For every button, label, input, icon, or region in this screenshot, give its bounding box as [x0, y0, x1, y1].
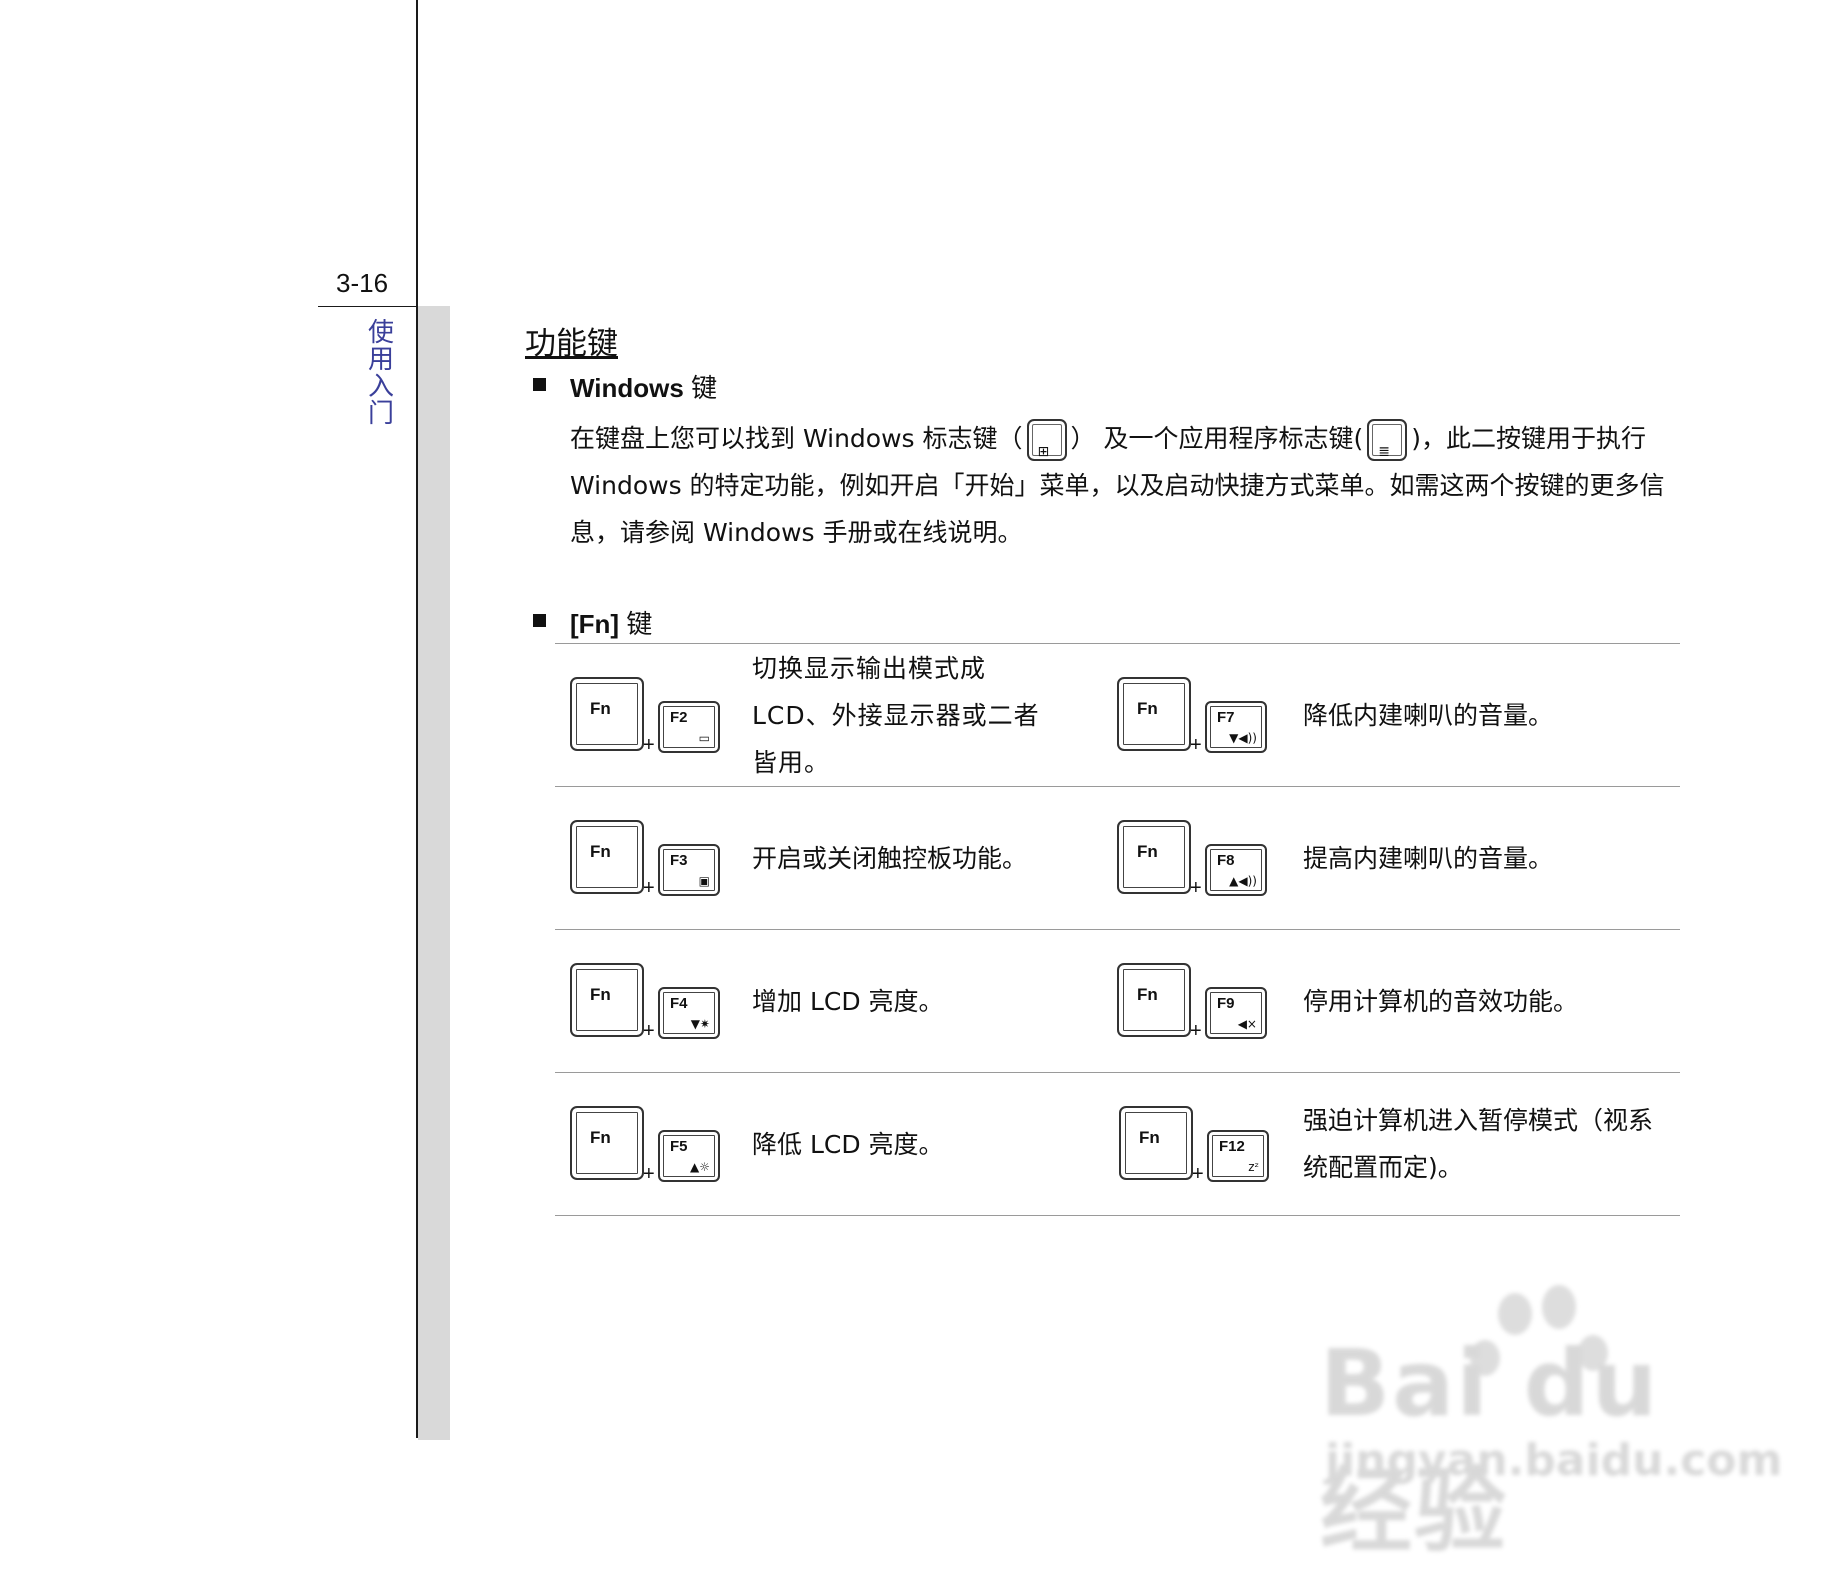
f3-key-icon: F3 ▣ [658, 844, 720, 896]
paw-icon [1542, 1285, 1576, 1329]
windows-text-1: 在键盘上您可以找到 Windows 标志键（ [570, 424, 1023, 453]
plus-icon: + [1190, 877, 1202, 899]
f2-key-icon: F2 ▭ [658, 701, 720, 753]
windows-key-heading-text: Windows [570, 373, 684, 403]
table-rule [555, 1072, 1680, 1073]
bullet-square-icon [533, 378, 546, 391]
table-rule [555, 643, 1680, 644]
page-number-rule [318, 306, 418, 307]
windows-text-2: ） 及一个应用程序标志键( [1070, 424, 1364, 453]
paw-icon [1498, 1293, 1532, 1335]
plus-icon: + [643, 1163, 655, 1185]
plus-icon: + [643, 1020, 655, 1042]
page-number: 3-16 [336, 268, 389, 298]
plus-icon: + [1190, 734, 1202, 756]
f5-description: 降低 LCD 亮度。 [752, 1130, 944, 1159]
fn-key-heading-suffix: 键 [626, 610, 653, 640]
plus-icon: + [643, 877, 655, 899]
f8-key-icon: F8 ▲◀)) [1205, 844, 1267, 896]
fn-key-heading-text: [Fn] [570, 609, 620, 639]
windows-key-paragraph: 在键盘上您可以找到 Windows 标志键（ ⊞） 及一个应用程序标志键(≣)，此… [570, 415, 1680, 556]
windows-logo-key-icon: ⊞ [1026, 419, 1067, 461]
table-rule [555, 786, 1680, 787]
f7-key-icon: F7 ▼◀)) [1205, 701, 1267, 753]
chapter-side-band [418, 306, 450, 1440]
table-rule [555, 1215, 1680, 1216]
f9-description: 停用计算机的音效功能。 [1303, 987, 1579, 1016]
chapter-char: 用 [367, 345, 394, 375]
f12-description: 强迫计算机进入暂停模式（视系统配置而定)。 [1303, 1106, 1654, 1182]
fn-key-icon: Fn [570, 820, 644, 894]
plus-icon: + [1190, 1020, 1202, 1042]
baidu-watermark: Bai du 经验 jingyan.baidu.com [1320, 1285, 1782, 1565]
f4-key-icon: F4 ▼✷ [658, 987, 720, 1039]
fn-key-icon: Fn [570, 963, 644, 1037]
f9-key-icon: F9 ◀× [1205, 987, 1267, 1039]
windows-key-heading-suffix: 键 [691, 374, 718, 404]
f2-description: 切换显示输出模式成LCD、外接显示器或二者皆用。 [752, 654, 1040, 777]
watermark-url: jingyan.baidu.com [1325, 1435, 1783, 1486]
f8-description: 提高内建喇叭的音量。 [1303, 844, 1554, 873]
plus-icon: + [1192, 1163, 1204, 1185]
fn-key-icon: Fn [570, 1106, 644, 1180]
plus-icon: + [643, 734, 655, 756]
f7-description: 降低内建喇叭的音量。 [1303, 701, 1554, 730]
chapter-char: 使 [367, 318, 394, 348]
fn-key-icon: Fn [570, 677, 644, 751]
section-title: 功能键 [525, 326, 618, 362]
fn-key-heading: [Fn] 键 [570, 604, 652, 641]
fn-key-icon: Fn [1117, 677, 1191, 751]
fn-key-icon: Fn [1117, 963, 1191, 1037]
f5-key-icon: F5 ▲☼ [658, 1130, 720, 1182]
table-rule [555, 929, 1680, 930]
chapter-char: 门 [367, 399, 394, 429]
f12-key-icon: F12 zᶻ [1207, 1130, 1269, 1182]
application-key-icon: ≣ [1367, 419, 1408, 461]
fn-key-icon: Fn [1119, 1106, 1193, 1180]
chapter-label: 使 用 入 门 [366, 320, 396, 428]
chapter-char: 入 [367, 372, 394, 402]
bullet-square-icon [533, 614, 546, 627]
f3-description: 开启或关闭触控板功能。 [752, 844, 1028, 873]
fn-key-icon: Fn [1117, 820, 1191, 894]
f4-description: 增加 LCD 亮度。 [752, 987, 944, 1016]
windows-key-heading: Windows 键 [570, 368, 717, 405]
